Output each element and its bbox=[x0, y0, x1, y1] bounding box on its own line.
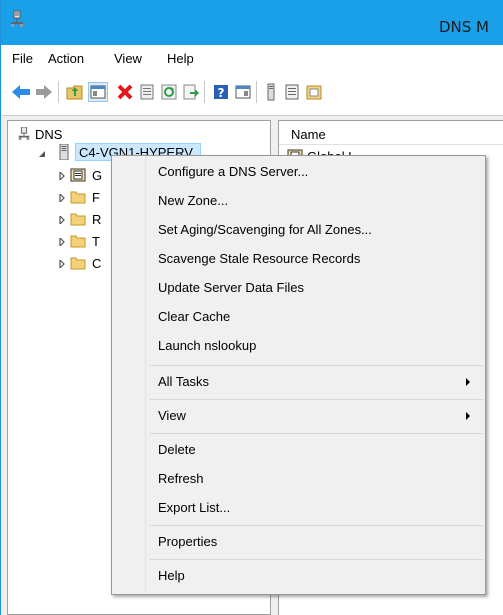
column-header-name[interactable]: Name bbox=[279, 121, 503, 145]
menu-item-configure-dns-server[interactable]: Configure a DNS Server... bbox=[113, 158, 484, 186]
show-hide-tree-icon[interactable] bbox=[88, 82, 108, 102]
menu-item-scavenge-stale-records[interactable]: Scavenge Stale Resource Records bbox=[113, 245, 484, 273]
menu-file[interactable]: File bbox=[12, 51, 33, 66]
tree-label-dns: DNS bbox=[35, 127, 63, 142]
collapsed-chevron-icon[interactable] bbox=[58, 172, 66, 180]
global-logs-icon bbox=[70, 168, 86, 182]
menu-item-delete[interactable]: Delete bbox=[113, 436, 484, 464]
folder-icon bbox=[70, 257, 86, 270]
collapsed-chevron-icon[interactable] bbox=[58, 194, 66, 202]
submenu-arrow-icon bbox=[466, 378, 470, 386]
svg-text:?: ? bbox=[218, 86, 225, 100]
help-icon[interactable]: ? bbox=[211, 82, 231, 102]
back-arrow-icon[interactable] bbox=[11, 82, 31, 102]
context-menu: Configure a DNS Server... New Zone... Se… bbox=[111, 155, 486, 595]
menu-item-set-aging-scavenging[interactable]: Set Aging/Scavenging for All Zones... bbox=[113, 216, 484, 244]
tree-label-forward-zones: F bbox=[92, 190, 100, 205]
submenu-arrow-icon bbox=[466, 412, 470, 420]
dns-app-icon bbox=[11, 10, 23, 27]
toolbar: ? bbox=[2, 70, 503, 116]
menu-item-properties[interactable]: Properties bbox=[113, 528, 484, 556]
menu-item-export-list[interactable]: Export List... bbox=[113, 494, 484, 522]
menu-separator bbox=[150, 433, 483, 434]
expanded-chevron-icon[interactable] bbox=[38, 150, 46, 158]
title-bar[interactable]: DNS M bbox=[1, 0, 503, 45]
refresh-icon[interactable] bbox=[159, 82, 179, 102]
tree-label-global-logs: G bbox=[92, 168, 103, 183]
menu-item-update-server-data-files[interactable]: Update Server Data Files bbox=[113, 274, 484, 302]
tree-label-conditional-forwarders: C bbox=[92, 256, 102, 271]
menu-item-all-tasks[interactable]: All Tasks bbox=[113, 368, 484, 396]
window-title: DNS M bbox=[439, 18, 490, 36]
menu-bar: File Action View Help bbox=[2, 45, 503, 70]
dns-root-icon bbox=[18, 127, 30, 141]
column-label-name: Name bbox=[291, 127, 326, 142]
tree-label-reverse-zones: R bbox=[92, 212, 102, 227]
menu-separator bbox=[150, 365, 483, 366]
forward-arrow-icon[interactable] bbox=[34, 82, 54, 102]
menu-item-refresh[interactable]: Refresh bbox=[113, 465, 484, 493]
properties-icon[interactable] bbox=[137, 82, 157, 102]
menu-item-view[interactable]: View bbox=[113, 402, 484, 430]
menu-view[interactable]: View bbox=[114, 51, 142, 66]
folder-icon bbox=[70, 191, 86, 204]
collapsed-chevron-icon[interactable] bbox=[58, 238, 66, 246]
menu-item-new-zone[interactable]: New Zone... bbox=[113, 187, 484, 215]
menu-separator bbox=[150, 399, 483, 400]
collapsed-chevron-icon[interactable] bbox=[58, 260, 66, 268]
records-icon[interactable] bbox=[282, 82, 302, 102]
collapsed-chevron-icon[interactable] bbox=[58, 216, 66, 224]
zone-icon[interactable] bbox=[304, 82, 324, 102]
menu-item-clear-cache[interactable]: Clear Cache bbox=[113, 303, 484, 331]
menu-item-launch-nslookup[interactable]: Launch nslookup bbox=[113, 332, 484, 360]
folder-icon bbox=[70, 213, 86, 226]
menu-separator bbox=[150, 525, 483, 526]
menu-help[interactable]: Help bbox=[167, 51, 194, 66]
dns-manager-window: DNS M File Action View Help ? DNS C4-VGN… bbox=[0, 0, 503, 615]
delete-icon[interactable] bbox=[115, 82, 135, 102]
menu-item-help[interactable]: Help bbox=[113, 562, 484, 590]
tree-label-trust-points: T bbox=[92, 234, 100, 249]
up-folder-icon[interactable] bbox=[65, 82, 85, 102]
menu-separator bbox=[150, 559, 483, 560]
server-icon[interactable] bbox=[261, 82, 281, 102]
menu-action[interactable]: Action bbox=[48, 51, 84, 66]
server-node-icon bbox=[59, 144, 69, 160]
folder-icon bbox=[70, 235, 86, 248]
export-list-icon[interactable] bbox=[181, 82, 201, 102]
show-action-pane-icon[interactable] bbox=[233, 82, 253, 102]
